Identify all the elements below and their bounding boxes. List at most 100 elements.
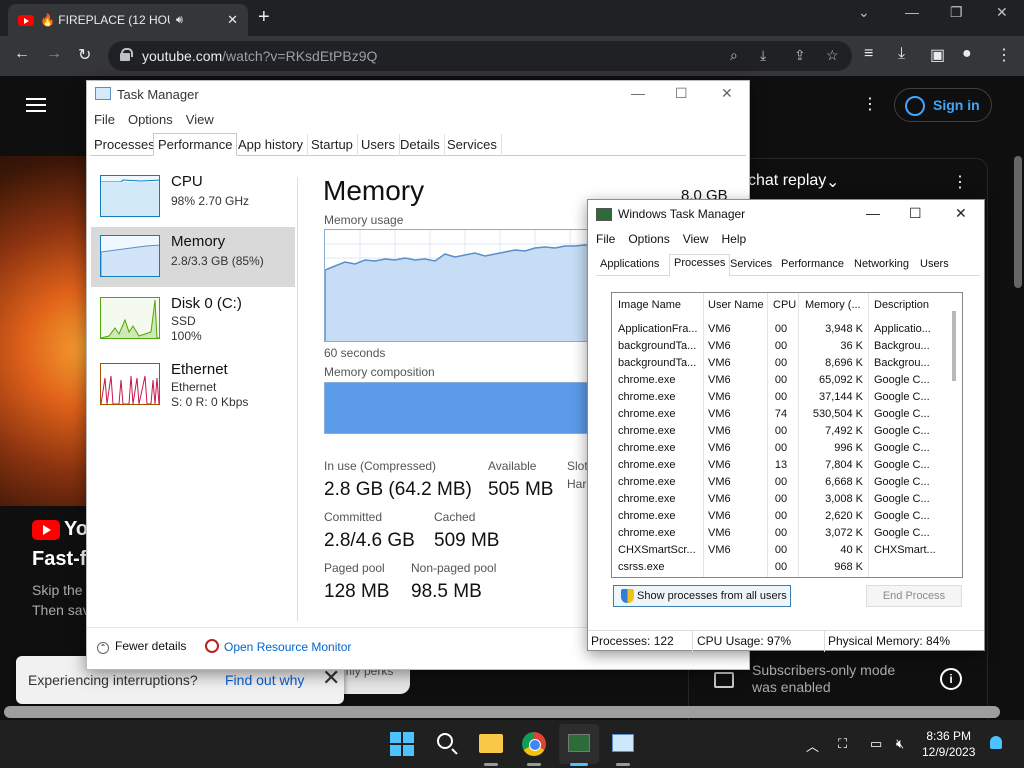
wtm-menu-view[interactable]: View xyxy=(683,232,709,246)
tab-users[interactable]: Users xyxy=(357,134,400,156)
wtm-tab-networking[interactable]: Networking xyxy=(854,258,909,270)
display-icon[interactable]: ▭ xyxy=(870,736,882,752)
wtm-menu-options[interactable]: Options xyxy=(628,232,669,246)
chrome-menu-icon[interactable]: ⋮ xyxy=(996,45,1012,65)
share-icon[interactable]: ⇪ xyxy=(794,47,806,64)
reload-icon[interactable]: ↻ xyxy=(78,45,91,65)
minimize-icon[interactable]: — xyxy=(905,4,919,20)
forward-icon[interactable]: → xyxy=(46,45,62,63)
end-process-button[interactable]: End Process xyxy=(866,585,962,607)
close-toast-icon[interactable]: ✕ xyxy=(322,667,340,689)
chrome-taskbar-icon[interactable] xyxy=(522,732,546,756)
perf-item-ethernet[interactable]: Ethernet Ethernet S: 0 R: 0 Kbps xyxy=(91,355,295,415)
lock-icon[interactable] xyxy=(120,48,133,61)
wtm-tab-applications[interactable]: Applications xyxy=(600,258,659,270)
col-description[interactable]: Description xyxy=(874,299,929,311)
show-hidden-icons-chevron-icon[interactable]: ︿ xyxy=(806,736,819,755)
process-row[interactable]: chrome.exe VM6 00 65,092 K Google C... xyxy=(612,372,952,389)
perf-item-disk[interactable]: Disk 0 (C:) SSD 100% xyxy=(91,289,295,349)
tab-app-history[interactable]: App history xyxy=(234,134,309,156)
volume-muted-icon[interactable]: 🔇︎ xyxy=(896,736,904,752)
close-window-icon[interactable]: ✕ xyxy=(996,4,1008,21)
process-row[interactable]: backgroundTa... VM6 00 8,696 K Backgrou... xyxy=(612,355,952,372)
process-row[interactable]: chrome.exe VM6 00 2,620 K Google C... xyxy=(612,508,952,525)
tm-close-icon[interactable]: ✕ xyxy=(721,85,733,102)
network-icon[interactable]: ⛶ xyxy=(838,736,847,752)
info-icon[interactable]: i xyxy=(940,668,962,690)
page-scrollbar[interactable] xyxy=(1014,156,1022,288)
process-row[interactable]: backgroundTa... VM6 00 36 K Backgrou... xyxy=(612,338,952,355)
tm-minimize-icon[interactable]: — xyxy=(631,85,645,101)
wtm-menu-help[interactable]: Help xyxy=(722,232,747,246)
tab-search-icon[interactable]: ⌄ xyxy=(858,4,870,21)
process-row[interactable]: chrome.exe VM6 00 996 K Google C... xyxy=(612,440,952,457)
open-resource-monitor-link[interactable]: Open Resource Monitor xyxy=(205,639,351,654)
hamburger-menu-icon[interactable] xyxy=(26,98,46,112)
tab-services[interactable]: Services xyxy=(443,134,502,156)
browser-tab[interactable]: 🔥 FIREPLACE (12 HOURS) ( 🔊︎ ✕ xyxy=(8,4,248,36)
wtm-tab-users[interactable]: Users xyxy=(920,258,949,270)
wtm-menu-file[interactable]: File xyxy=(596,232,615,246)
file-explorer-icon[interactable] xyxy=(479,734,503,753)
show-all-processes-button[interactable]: Show processes from all users xyxy=(613,585,791,607)
horizontal-scrollbar[interactable] xyxy=(4,706,1000,718)
chat-replay-title[interactable]: chat replay xyxy=(748,172,826,190)
restore-icon[interactable]: ❐ xyxy=(950,4,963,21)
process-list-scrollbar[interactable] xyxy=(952,311,956,381)
side-panel-icon[interactable]: ▣ xyxy=(930,45,945,65)
process-row[interactable]: chrome.exe VM6 13 7,804 K Google C... xyxy=(612,457,952,474)
back-icon[interactable]: ← xyxy=(14,45,30,63)
process-row[interactable]: chrome.exe VM6 74 530,504 K Google C... xyxy=(612,406,952,423)
speaker-icon[interactable]: 🔊︎ xyxy=(176,14,183,27)
task-manager-taskbar-icon[interactable] xyxy=(612,734,634,752)
wtm-minimize-icon[interactable]: — xyxy=(866,205,880,221)
chevron-down-icon[interactable]: ⌄ xyxy=(826,172,839,192)
process-row[interactable]: chrome.exe VM6 00 3,072 K Google C... xyxy=(612,525,952,542)
profile-icon[interactable]: ● xyxy=(962,45,972,63)
wtm-tab-performance[interactable]: Performance xyxy=(781,258,844,270)
find-out-why-link[interactable]: Find out why xyxy=(225,672,304,688)
start-button-icon[interactable] xyxy=(390,732,414,756)
sign-in-button[interactable]: Sign in xyxy=(894,88,992,122)
tab-details[interactable]: Details xyxy=(396,134,445,156)
tab-startup[interactable]: Startup xyxy=(307,134,358,156)
col-memory[interactable]: Memory (... xyxy=(805,299,861,311)
menu-file[interactable]: File xyxy=(94,112,115,127)
process-row[interactable]: chrome.exe VM6 00 37,144 K Google C... xyxy=(612,389,952,406)
process-row[interactable]: chrome.exe VM6 00 6,668 K Google C... xyxy=(612,474,952,491)
col-image-name[interactable]: Image Name xyxy=(618,299,681,311)
process-row[interactable]: ApplicationFra... VM6 00 3,948 K Applicatio.… xyxy=(612,321,952,338)
taskbar-clock[interactable]: 8:36 PM 12/9/2023 xyxy=(922,728,975,760)
perf-item-memory[interactable]: Memory 2.8/3.3 GB (85%) xyxy=(91,227,295,287)
tab-processes[interactable]: Processes xyxy=(90,134,160,156)
col-cpu[interactable]: CPU xyxy=(773,299,796,311)
windows-task-manager-taskbar-icon[interactable] xyxy=(568,734,590,752)
search-lens-icon[interactable]: ⌕ xyxy=(730,47,738,64)
wtm-close-icon[interactable]: ✕ xyxy=(955,205,967,222)
wtm-maximize-icon[interactable]: ☐ xyxy=(909,205,922,222)
bookmark-star-icon[interactable]: ☆ xyxy=(826,47,839,64)
process-row[interactable]: csrss.exe 00 968 K xyxy=(612,559,952,576)
wtm-titlebar[interactable]: Windows Task Manager — ☐ ✕ xyxy=(588,200,984,228)
process-row[interactable]: chrome.exe VM6 00 3,008 K Google C... xyxy=(612,491,952,508)
taskbar-search-icon[interactable] xyxy=(437,733,453,749)
menu-options[interactable]: Options xyxy=(128,112,173,127)
perf-item-cpu[interactable]: CPU 98% 2.70 GHz xyxy=(91,167,295,227)
tm-titlebar[interactable]: Task Manager — ☐ ✕ xyxy=(87,81,749,107)
new-tab-icon[interactable]: + xyxy=(258,6,270,29)
settings-kebab-icon[interactable]: ⋮ xyxy=(862,94,878,114)
install-icon[interactable]: ⤓ xyxy=(760,47,766,64)
menu-view[interactable]: View xyxy=(186,112,214,127)
notification-bell-icon[interactable] xyxy=(990,736,1002,749)
tm-maximize-icon[interactable]: ☐ xyxy=(675,85,688,102)
media-queue-icon[interactable]: ≡ xyxy=(864,45,873,63)
chat-menu-icon[interactable]: ⋮ xyxy=(952,172,968,192)
process-row[interactable]: chrome.exe VM6 00 7,492 K Google C... xyxy=(612,423,952,440)
fewer-details-button[interactable]: ⌃ Fewer details xyxy=(97,639,186,654)
tab-performance[interactable]: Performance xyxy=(153,133,238,156)
address-bar[interactable]: youtube.com/watch?v=RKsdEtPBz9Q ⌕ ⤓ ⇪ ☆ xyxy=(108,41,852,71)
tab-close-icon[interactable]: ✕ xyxy=(227,12,238,28)
col-user-name[interactable]: User Name xyxy=(708,299,764,311)
download-icon[interactable]: ⤓ xyxy=(898,45,905,63)
process-row[interactable]: CHXSmartScr... VM6 00 40 K CHXSmart... xyxy=(612,542,952,559)
